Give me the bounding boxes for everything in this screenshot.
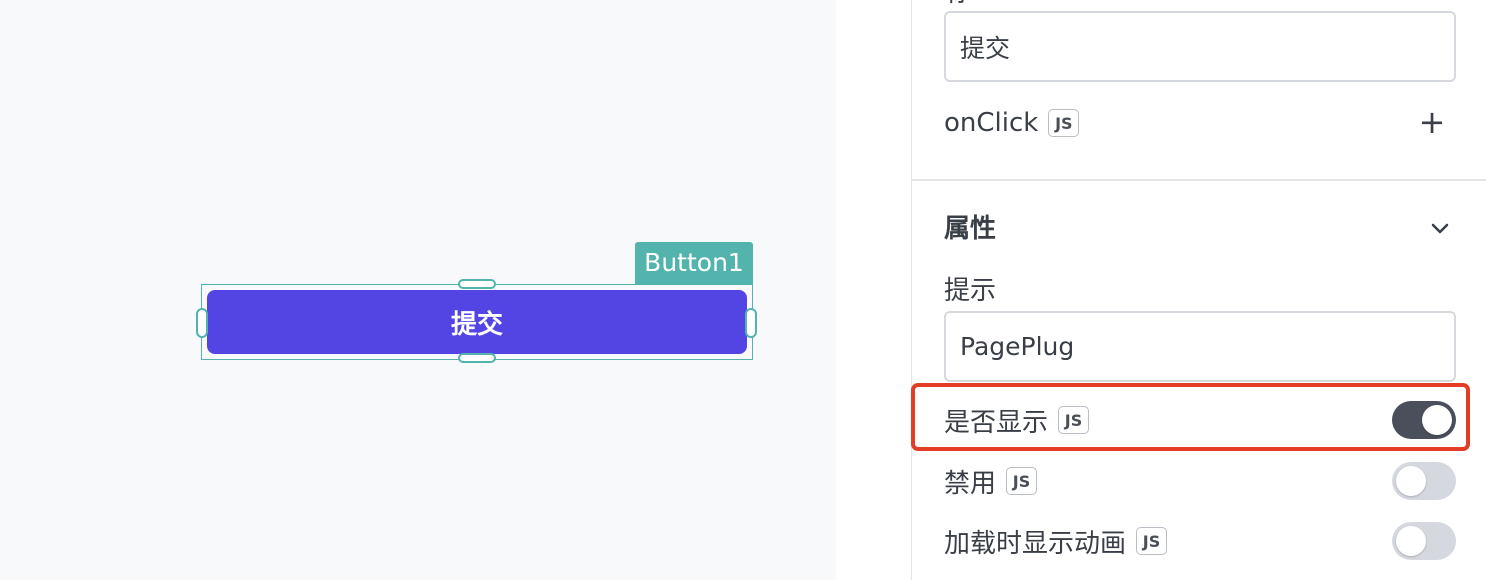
canvas-gutter [836, 0, 911, 580]
resize-handle-top[interactable] [458, 279, 496, 289]
loading-switch[interactable] [1392, 522, 1456, 560]
switch-knob [1396, 526, 1426, 556]
onclick-row: onClick JS [944, 103, 1080, 143]
section-divider [912, 179, 1486, 181]
section-title[interactable]: 属性 [944, 208, 996, 245]
widget-name-tag[interactable]: Button1 [635, 242, 753, 284]
resize-handle-left[interactable] [196, 308, 208, 338]
resize-handle-right[interactable] [745, 308, 757, 338]
visible-row: 是否显示 JS [944, 400, 1090, 440]
switch-knob [1396, 466, 1426, 496]
disabled-switch[interactable] [1392, 462, 1456, 500]
chevron-down-icon[interactable] [1428, 220, 1452, 238]
canvas-submit-button[interactable]: 提交 [207, 290, 747, 354]
visible-label: 是否显示 [944, 407, 1049, 438]
js-toggle-badge[interactable]: JS [1136, 527, 1168, 555]
resize-handle-bottom[interactable] [458, 353, 496, 363]
loading-row: 加载时显示动画 JS [944, 521, 1168, 561]
editor-canvas[interactable]: Button1 提交 [0, 0, 836, 580]
loading-label: 加载时显示动画 [944, 528, 1127, 559]
switch-knob [1422, 405, 1452, 435]
label-field-title: 标 [945, 0, 965, 8]
disabled-row: 禁用 JS [944, 461, 1038, 501]
js-toggle-badge[interactable]: JS [1006, 467, 1038, 495]
onclick-label: onClick [944, 108, 1039, 138]
js-toggle-badge[interactable]: JS [1048, 109, 1080, 137]
js-toggle-badge[interactable]: JS [1058, 406, 1090, 434]
tooltip-label: 提示 [944, 275, 997, 306]
add-action-icon[interactable]: + [1418, 106, 1446, 138]
tooltip-label-row: 提示 [944, 268, 996, 308]
visible-switch[interactable] [1392, 401, 1456, 439]
tooltip-input[interactable] [944, 311, 1456, 382]
label-input[interactable] [944, 11, 1456, 82]
disabled-label: 禁用 [944, 468, 997, 499]
